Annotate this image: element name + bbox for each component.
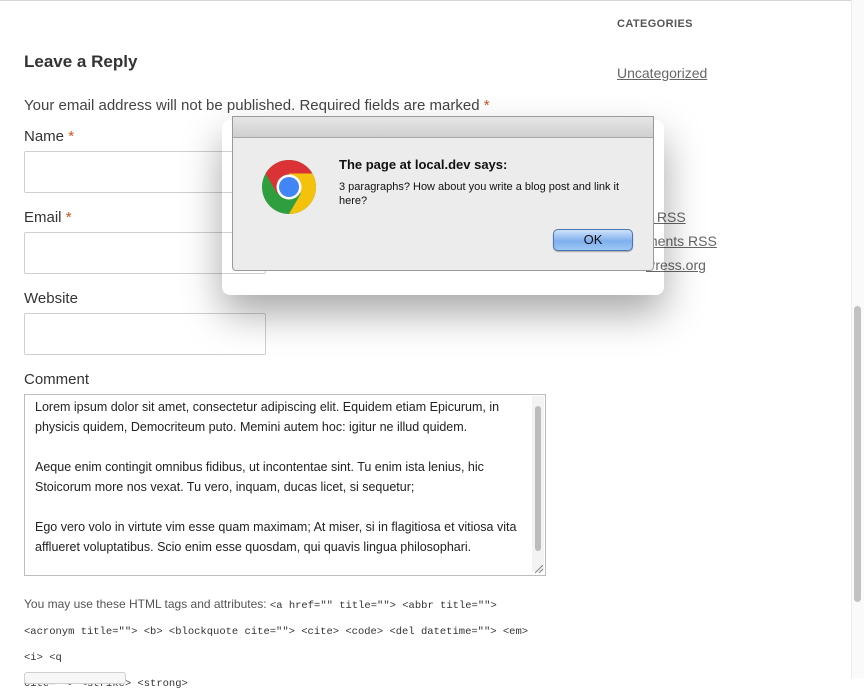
allowed-tags-code-1: <a href="" title=""> <abbr title=""> [269,600,497,612]
comment-content: Lorem ipsum dolor sit amet, consectetur … [35,397,525,575]
comment-scrollbar-thumb[interactable] [535,406,541,551]
required-mark: * [483,97,490,114]
email-label-text: Email [24,209,62,226]
reply-title: Leave a Reply [24,52,138,71]
required-mark: * [68,128,75,145]
comment-label: Comment [24,371,90,388]
page-scrollbar-thumb[interactable] [854,306,861,602]
comment-scrollbar[interactable] [532,396,544,572]
allowed-tags-code-2: <acronym title=""> <b> <blockquote cite=… [24,626,529,664]
comment-paragraph-3: Ego vero volo in virtute vim esse quam m… [35,520,517,554]
allowed-tags-line-2: <acronym title=""> <b> <blockquote cite=… [24,618,546,670]
name-label: Name * [24,128,74,145]
allowed-tags-line-1: You may use these HTML tags and attribut… [24,592,546,618]
alert-titlebar[interactable] [233,117,653,138]
website-input[interactable] [24,313,266,355]
website-label: Website [24,290,78,307]
page-top-border [0,0,852,1]
resize-grip-icon[interactable] [535,565,543,573]
alert-dialog: The page at local.dev says: 3 paragraphs… [232,116,654,271]
comment-paragraph-2: Aeque enim contingit omnibus fidibus, ut… [35,460,484,494]
email-label: Email * [24,209,72,226]
category-link-uncategorized[interactable]: Uncategorized [617,65,707,81]
categories-heading: CATEGORIES [617,18,693,30]
allowed-tags-intro: You may use these HTML tags and attribut… [24,597,270,611]
name-label-text: Name [24,128,65,145]
comment-notes: Your email address will not be published… [24,97,490,114]
comment-notes-text: Your email address will not be published… [24,97,484,114]
chrome-logo-icon [262,160,317,214]
ok-button[interactable]: OK [553,229,633,251]
comment-textarea[interactable]: Lorem ipsum dolor sit amet, consectetur … [24,394,546,576]
comment-paragraph-1: Lorem ipsum dolor sit amet, consectetur … [35,400,500,434]
alert-message: 3 paragraphs? How about you write a blog… [339,181,620,207]
page-scrollbar[interactable] [851,0,864,678]
post-comment-button[interactable] [24,672,126,684]
required-mark: * [65,209,72,226]
alert-title: The page at local.dev says: [339,157,508,172]
